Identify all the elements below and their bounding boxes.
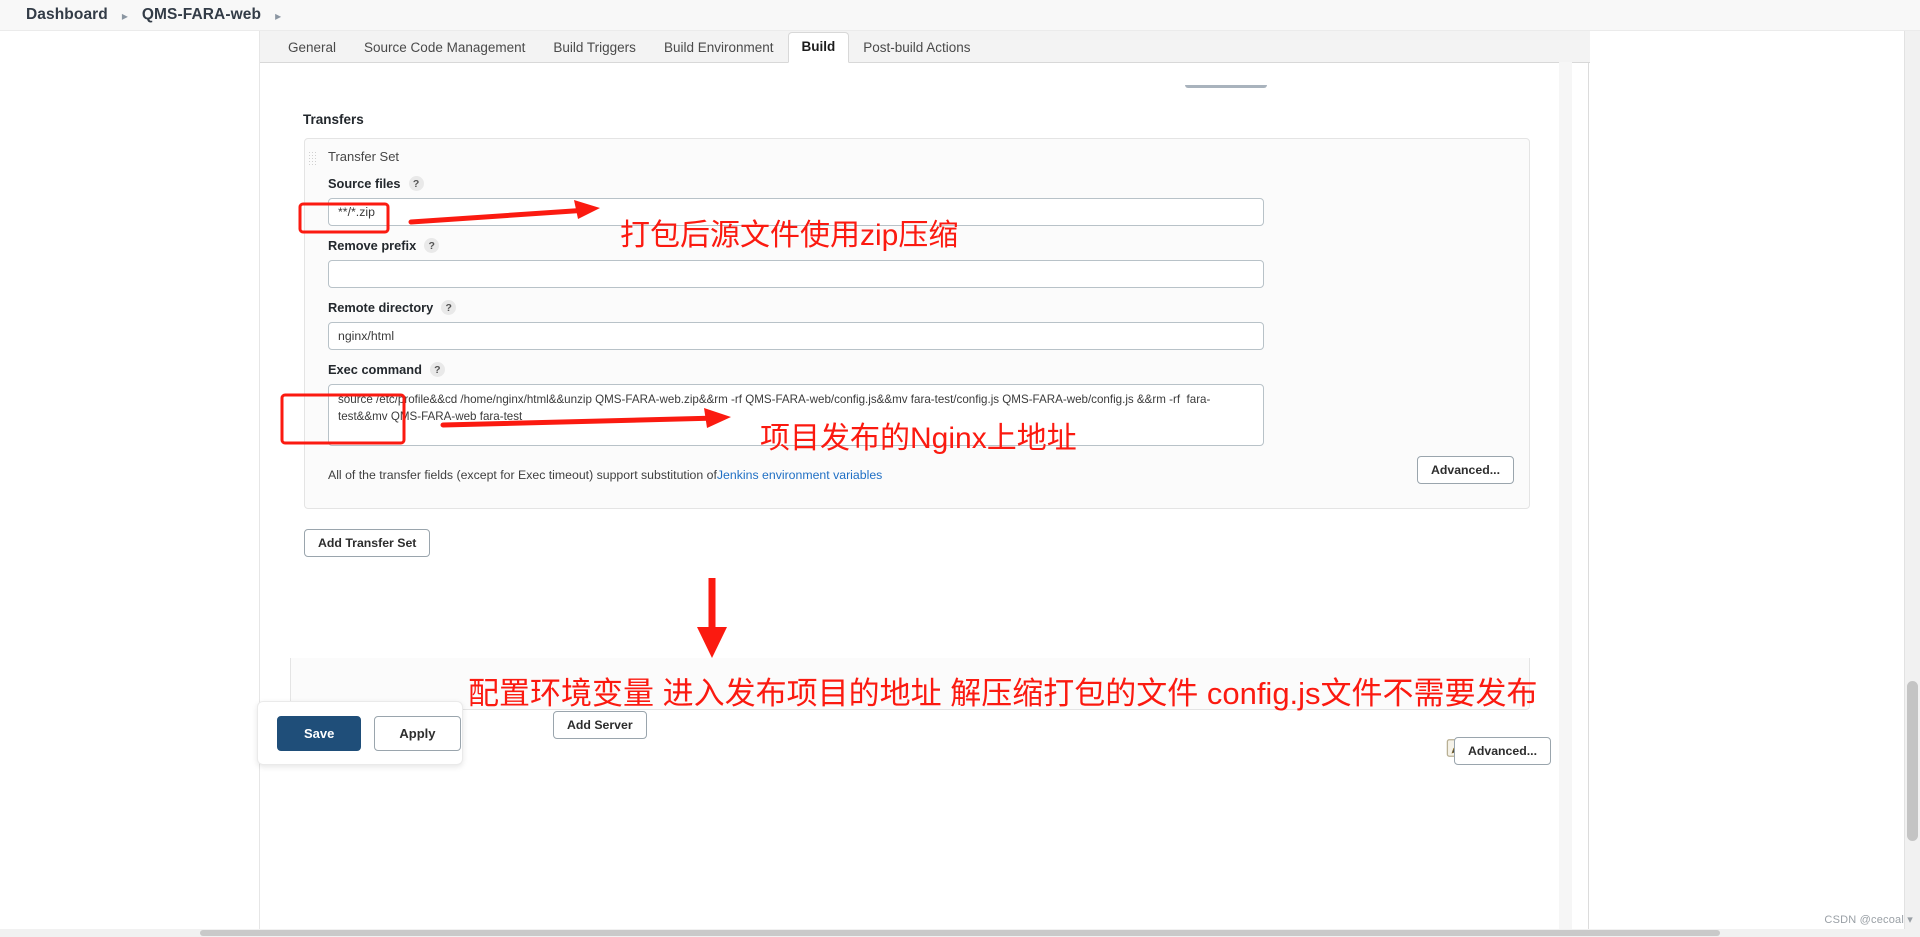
transfer-set-card: Transfer Set Source files ? Remove prefi… (304, 138, 1530, 509)
remote-directory-label: Remote directory (328, 300, 434, 315)
config-tabbar: General Source Code Management Build Tri… (260, 31, 1590, 63)
horizontal-scrollbar-track[interactable] (0, 929, 1920, 937)
config-panel: General Source Code Management Build Tri… (259, 31, 1590, 937)
source-files-label: Source files (328, 176, 401, 191)
save-button[interactable]: Save (277, 715, 362, 751)
page-scrollbar-track[interactable] (1904, 31, 1920, 937)
jenkins-env-variables-link[interactable]: Jenkins environment variables (717, 468, 882, 482)
page-scrollbar-thumb[interactable] (1907, 681, 1918, 841)
help-icon-exec-command[interactable]: ? (429, 362, 445, 377)
tab-build[interactable]: Build (787, 32, 850, 63)
remote-directory-input[interactable] (328, 322, 1264, 350)
drag-handle-icon[interactable] (308, 151, 317, 165)
tab-source-code-management[interactable]: Source Code Management (350, 33, 539, 63)
add-transfer-set-button[interactable]: Add Transfer Set (304, 529, 431, 557)
horizontal-scrollbar-thumb[interactable] (200, 930, 1720, 936)
exec-command-label-row: Exec command ? (328, 362, 1517, 377)
inner-scrollbar-track[interactable] (1559, 62, 1572, 937)
help-icon-source-files[interactable]: ? (408, 176, 424, 191)
remove-prefix-label-row: Remove prefix ? (328, 238, 1517, 253)
tab-post-build-actions[interactable]: Post-build Actions (849, 33, 984, 63)
transfer-hint-text: All of the transfer fields (except for E… (328, 468, 717, 482)
tab-build-environment[interactable]: Build Environment (650, 33, 788, 63)
exec-command-textarea[interactable]: source /etc/profile&&cd /home/nginx/html… (328, 384, 1264, 446)
help-icon-remote-directory[interactable]: ? (441, 300, 457, 315)
add-server-button[interactable]: Add Server (553, 711, 647, 739)
advanced-bottom-row: Advanced... (1453, 737, 1551, 765)
add-transfer-set-row: Add Transfer Set (304, 529, 1560, 557)
breadcrumb-item-job[interactable]: QMS-FARA-web (142, 6, 261, 24)
help-icon-remove-prefix[interactable]: ? (424, 238, 440, 253)
transfers-heading: Transfers (303, 112, 364, 127)
remove-prefix-label: Remove prefix (328, 238, 417, 253)
advanced-inner-button[interactable]: Advanced... (1416, 456, 1514, 484)
server-card-footer (290, 658, 1530, 710)
source-files-label-row: Source files ? (328, 176, 1517, 191)
remote-directory-label-row: Remote directory ? (328, 300, 1517, 315)
add-server-row: Add Server (553, 711, 647, 739)
save-apply-bar: Save Apply (257, 701, 463, 765)
advanced-bottom-button[interactable]: Advanced... (1453, 737, 1551, 765)
remove-prefix-input[interactable] (328, 260, 1264, 288)
exec-command-label: Exec command (328, 362, 422, 377)
jenkins-job-config-page: Dashboard ▸ QMS-FARA-web ▸ General Sourc… (0, 0, 1920, 937)
apply-button[interactable]: Apply (374, 715, 461, 751)
transfers-section: Transfers Transfer Set Source files ? Re… (290, 87, 1560, 557)
chevron-right-icon-2: ▸ (275, 9, 282, 23)
tab-build-triggers[interactable]: Build Triggers (539, 33, 650, 63)
watermark: CSDN @cecoal ▾ (1824, 914, 1913, 926)
source-files-input[interactable] (328, 198, 1264, 226)
scrolled-field-stub (1185, 73, 1267, 88)
chevron-right-icon: ▸ (121, 9, 128, 23)
transfer-set-label: Transfer Set (328, 149, 400, 164)
transfer-hint-row: All of the transfer fields (except for E… (328, 456, 1517, 490)
tab-general[interactable]: General (274, 33, 350, 63)
breadcrumb: Dashboard ▸ QMS-FARA-web ▸ (0, 0, 1920, 31)
breadcrumb-item-dashboard[interactable]: Dashboard (26, 6, 108, 24)
